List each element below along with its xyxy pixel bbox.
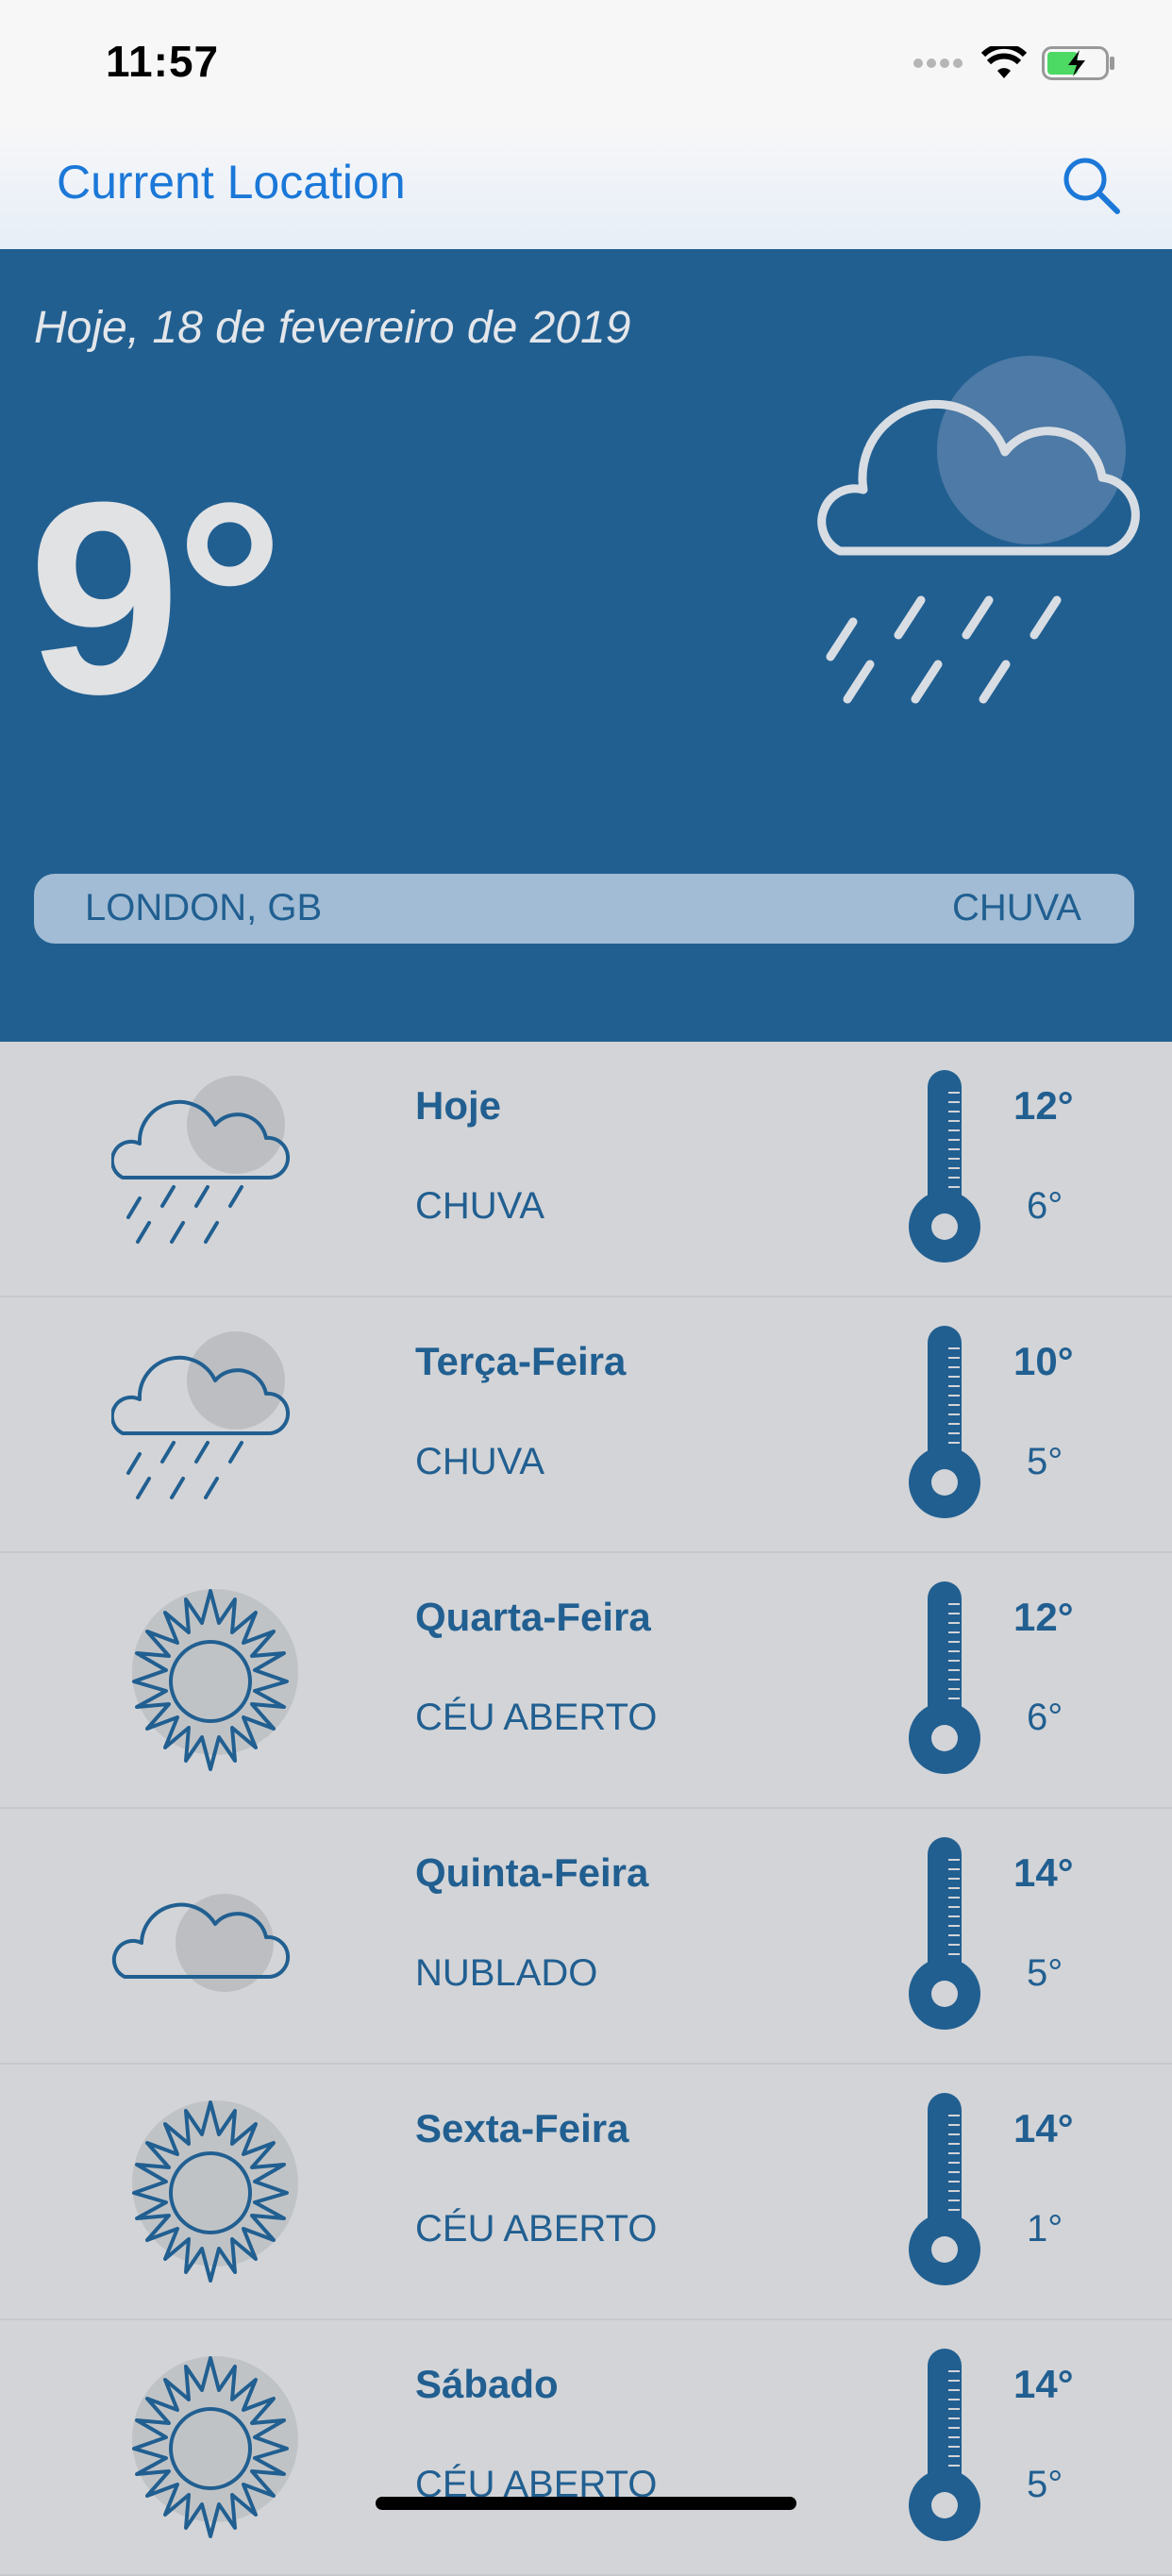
battery-icon xyxy=(1042,46,1114,80)
forecast-max-temp: 12° xyxy=(1013,1083,1074,1128)
cellular-signal-icon xyxy=(913,59,963,68)
forecast-min-temp: 1° xyxy=(1027,2208,1063,2250)
current-location-button[interactable]: Current Location xyxy=(57,155,406,209)
current-condition: CHUVA xyxy=(951,887,1081,928)
forecast-min-temp: 5° xyxy=(1027,1952,1063,1994)
forecast-day: Quarta-Feira xyxy=(415,1595,651,1639)
forecast-max-temp: 10° xyxy=(1013,1339,1074,1383)
location-bar: LONDON, GB CHUVA xyxy=(34,874,1134,944)
forecast-row-quinta-feira[interactable]: Quinta-Feira NUBLADO 14° 5° xyxy=(0,1809,1172,2065)
forecast-condition: CHUVA xyxy=(415,1185,545,1227)
search-icon[interactable] xyxy=(1059,153,1125,219)
forecast-condition: CÉU ABERTO xyxy=(415,1697,658,1738)
status-bar: 11:57 xyxy=(0,0,1172,125)
thermometer-icon xyxy=(909,2349,980,2541)
forecast-day: Terça-Feira xyxy=(415,1339,627,1383)
sun-icon xyxy=(132,2356,298,2538)
sun-icon xyxy=(132,2100,298,2283)
forecast-min-temp: 6° xyxy=(1027,1697,1063,1738)
forecast-day: Sábado xyxy=(415,2362,559,2406)
status-icons xyxy=(913,40,1115,87)
forecast-row-terca-feira[interactable]: Terça-Feira CHUVA 10° 5° xyxy=(0,1297,1172,1553)
forecast-min-temp: 5° xyxy=(1027,2464,1063,2505)
current-weather-panel: Hoje, 18 de fevereiro de 2019 9° LONDON,… xyxy=(0,249,1172,1042)
forecast-max-temp: 14° xyxy=(1013,2362,1074,2406)
nav-bar: Current Location xyxy=(0,125,1172,250)
cloud-icon xyxy=(111,1894,291,1992)
forecast-condition: NUBLADO xyxy=(415,1952,598,1994)
current-temperature: 9° xyxy=(28,445,284,751)
cloud-rain-icon xyxy=(111,1076,291,1244)
sun-icon xyxy=(132,1589,298,1771)
forecast-day: Sexta-Feira xyxy=(415,2106,629,2150)
forecast-day: Quinta-Feira xyxy=(415,1850,649,1895)
forecast-list[interactable]: Hoje CHUVA 12° 6° Terça-Feira CHUVA 10° … xyxy=(0,1042,1172,2576)
forecast-condition: CHUVA xyxy=(415,1441,545,1482)
forecast-row-hoje[interactable]: Hoje CHUVA 12° 6° xyxy=(0,1042,1172,1297)
thermometer-icon xyxy=(909,1070,980,1263)
thermometer-icon xyxy=(909,2093,980,2285)
forecast-min-temp: 5° xyxy=(1027,1441,1063,1482)
forecast-day: Hoje xyxy=(415,1083,502,1128)
forecast-max-temp: 12° xyxy=(1013,1595,1074,1639)
forecast-min-temp: 6° xyxy=(1027,1185,1063,1227)
thermometer-icon xyxy=(909,1326,980,1518)
forecast-max-temp: 14° xyxy=(1013,2106,1074,2150)
wifi-icon xyxy=(981,46,1027,78)
thermometer-icon xyxy=(909,1581,980,1774)
current-date: Hoje, 18 de fevereiro de 2019 xyxy=(34,303,631,353)
forecast-condition: CÉU ABERTO xyxy=(415,2208,658,2250)
location-name: LONDON, GB xyxy=(85,887,323,928)
forecast-row-sexta-feira[interactable]: Sexta-Feira CÉU ABERTO 14° 1° xyxy=(0,2065,1172,2320)
thermometer-icon xyxy=(909,1837,980,2030)
forecast-row-sabado[interactable]: Sábado CÉU ABERTO 14° 5° xyxy=(0,2320,1172,2576)
cloud-rain-icon xyxy=(817,356,1140,704)
home-indicator[interactable] xyxy=(376,2497,796,2510)
forecast-max-temp: 14° xyxy=(1013,1850,1074,1895)
forecast-row-quarta-feira[interactable]: Quarta-Feira CÉU ABERTO 12° 6° xyxy=(0,1553,1172,1809)
status-time: 11:57 xyxy=(106,37,220,86)
cloud-rain-icon xyxy=(111,1331,291,1499)
